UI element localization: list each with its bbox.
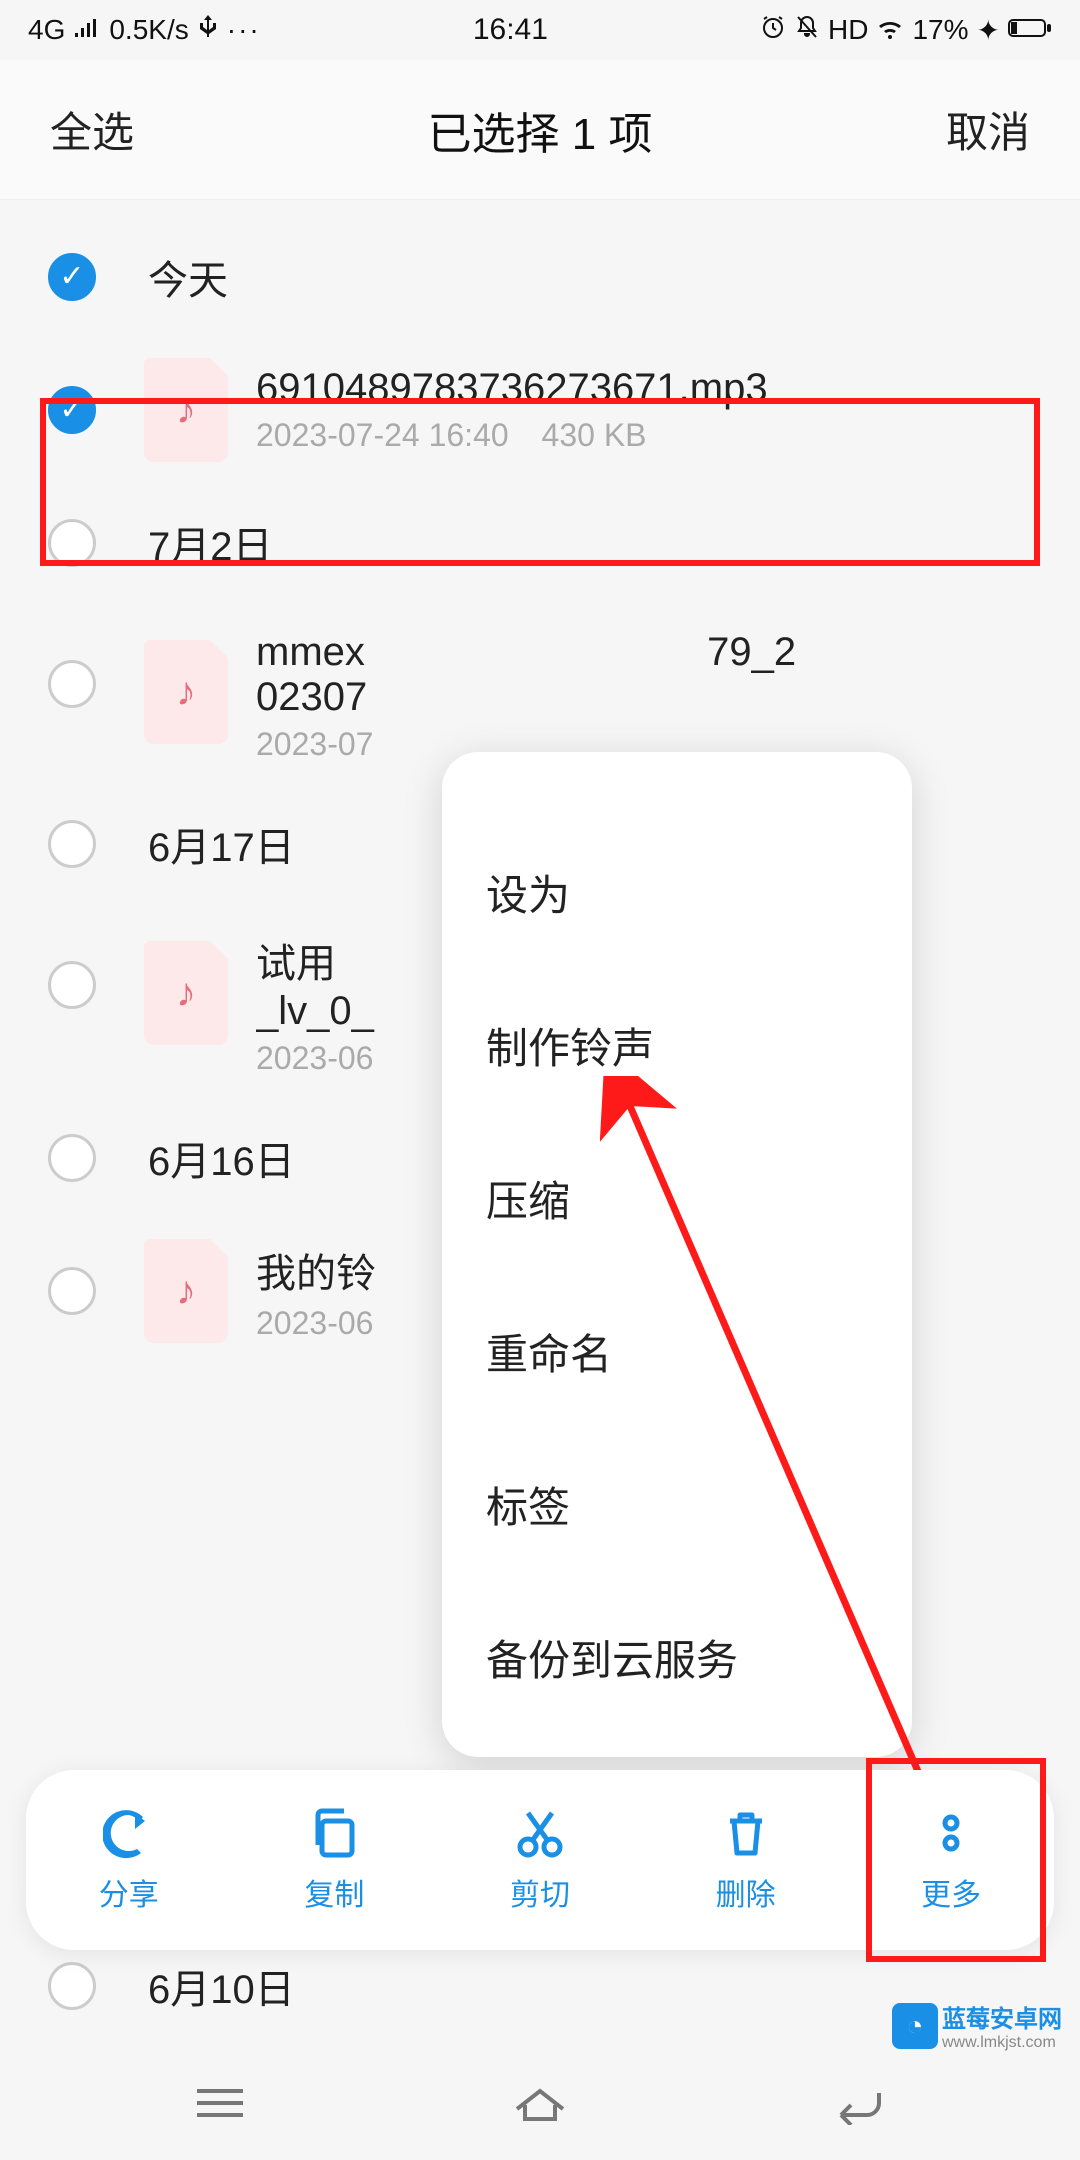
music-file-icon: ♪ bbox=[144, 941, 228, 1045]
menu-item-compress[interactable]: 压缩 bbox=[486, 1122, 868, 1275]
more-button[interactable]: 更多 bbox=[876, 1806, 1026, 1914]
nav-home-button[interactable] bbox=[505, 2081, 575, 2130]
more-dots-icon: ··· bbox=[227, 14, 261, 46]
file-row[interactable]: ✓ ♪ 6910489783736273671.mp3 2023-07-24 1… bbox=[0, 334, 1080, 486]
speed-label: 0.5K/s bbox=[109, 14, 188, 46]
group-checkbox[interactable] bbox=[48, 1962, 96, 2010]
file-date: 2023-07-24 16:40 bbox=[256, 417, 509, 453]
file-checkbox[interactable]: ✓ bbox=[48, 386, 96, 434]
usb-icon bbox=[197, 14, 219, 47]
group-checkbox[interactable] bbox=[48, 519, 96, 567]
share-button[interactable]: 分享 bbox=[54, 1806, 204, 1914]
context-menu: 设为 制作铃声 压缩 重命名 标签 备份到云服务 打开方式 bbox=[442, 752, 912, 1757]
copy-label: 复制 bbox=[304, 1870, 364, 1914]
file-size: 430 KB bbox=[542, 417, 647, 453]
menu-item-make-ringtone[interactable]: 制作铃声 bbox=[486, 969, 868, 1122]
menu-item-backup-cloud[interactable]: 备份到云服务 bbox=[486, 1581, 868, 1734]
cut-icon bbox=[514, 1806, 566, 1860]
file-name-line2: 02307 bbox=[256, 675, 1032, 720]
group-header[interactable]: 7月2日 bbox=[0, 486, 1080, 600]
clock: 16:41 bbox=[473, 13, 548, 47]
network-label: 4G bbox=[28, 14, 65, 46]
more-label: 更多 bbox=[921, 1870, 981, 1914]
group-checkbox[interactable]: ✓ bbox=[48, 253, 96, 301]
cancel-button[interactable]: 取消 bbox=[946, 99, 1030, 160]
file-name: 6910489783736273671.mp3 bbox=[256, 366, 1032, 411]
menu-item-tag[interactable]: 标签 bbox=[486, 1428, 868, 1581]
cut-label: 剪切 bbox=[510, 1870, 570, 1914]
share-icon bbox=[103, 1806, 155, 1860]
group-label: 今天 bbox=[148, 248, 228, 306]
status-bar: 4G 0.5K/s ··· 16:41 HD 17% ✦ bbox=[0, 0, 1080, 60]
group-checkbox[interactable] bbox=[48, 1134, 96, 1182]
watermark-title: 蓝莓安卓网 bbox=[942, 1999, 1062, 2034]
selection-title: 已选择 1 项 bbox=[428, 98, 653, 162]
delete-label: 删除 bbox=[716, 1870, 776, 1914]
cut-button[interactable]: 剪切 bbox=[465, 1806, 615, 1914]
group-label: 7月2日 bbox=[148, 514, 273, 572]
group-header[interactable]: ✓ 今天 bbox=[0, 220, 1080, 334]
signal-icon bbox=[73, 14, 101, 46]
music-file-icon: ♪ bbox=[144, 640, 228, 744]
file-checkbox[interactable] bbox=[48, 660, 96, 708]
file-name: mmex 79_2 bbox=[256, 630, 1032, 675]
menu-item-set-as[interactable]: 设为 bbox=[486, 816, 868, 969]
file-date: 2023-07 bbox=[256, 726, 373, 762]
music-file-icon: ♪ bbox=[144, 358, 228, 462]
file-date: 2023-06 bbox=[256, 1305, 373, 1341]
group-label: 6月17日 bbox=[148, 815, 295, 873]
file-date: 2023-06 bbox=[256, 1040, 373, 1076]
share-label: 分享 bbox=[99, 1870, 159, 1914]
nav-bar bbox=[0, 2050, 1080, 2160]
delete-icon bbox=[720, 1806, 772, 1860]
hd-label: HD bbox=[828, 14, 868, 46]
group-label: 6月10日 bbox=[148, 1957, 295, 2015]
action-toolbar: 分享 复制 剪切 删除 更多 bbox=[26, 1770, 1054, 1950]
menu-item-rename[interactable]: 重命名 bbox=[486, 1275, 868, 1428]
watermark-url: www.lmkjst.com bbox=[942, 2034, 1062, 2052]
group-label: 6月16日 bbox=[148, 1129, 295, 1187]
nav-menu-button[interactable] bbox=[185, 2081, 255, 2130]
delete-button[interactable]: 删除 bbox=[671, 1806, 821, 1914]
file-checkbox[interactable] bbox=[48, 1267, 96, 1315]
more-icon bbox=[925, 1806, 977, 1860]
alarm-icon bbox=[760, 14, 786, 47]
watermark-icon: ◔ bbox=[892, 2003, 938, 2049]
group-checkbox[interactable] bbox=[48, 820, 96, 868]
battery-icon bbox=[1008, 14, 1052, 46]
battery-label: 17% bbox=[912, 14, 968, 46]
copy-icon bbox=[308, 1806, 360, 1860]
menu-item-open-with[interactable]: 打开方式 bbox=[486, 1734, 868, 1757]
file-checkbox[interactable] bbox=[48, 961, 96, 1009]
bell-off-icon bbox=[794, 14, 820, 47]
wifi-icon bbox=[876, 14, 904, 46]
watermark: ◔ 蓝莓安卓网 www.lmkjst.com bbox=[892, 1999, 1062, 2052]
charging-icon: ✦ bbox=[977, 14, 1000, 47]
select-all-button[interactable]: 全选 bbox=[50, 99, 134, 160]
music-file-icon: ♪ bbox=[144, 1239, 228, 1343]
copy-button[interactable]: 复制 bbox=[259, 1806, 409, 1914]
selection-header: 全选 已选择 1 项 取消 bbox=[0, 60, 1080, 200]
nav-back-button[interactable] bbox=[825, 2081, 895, 2130]
